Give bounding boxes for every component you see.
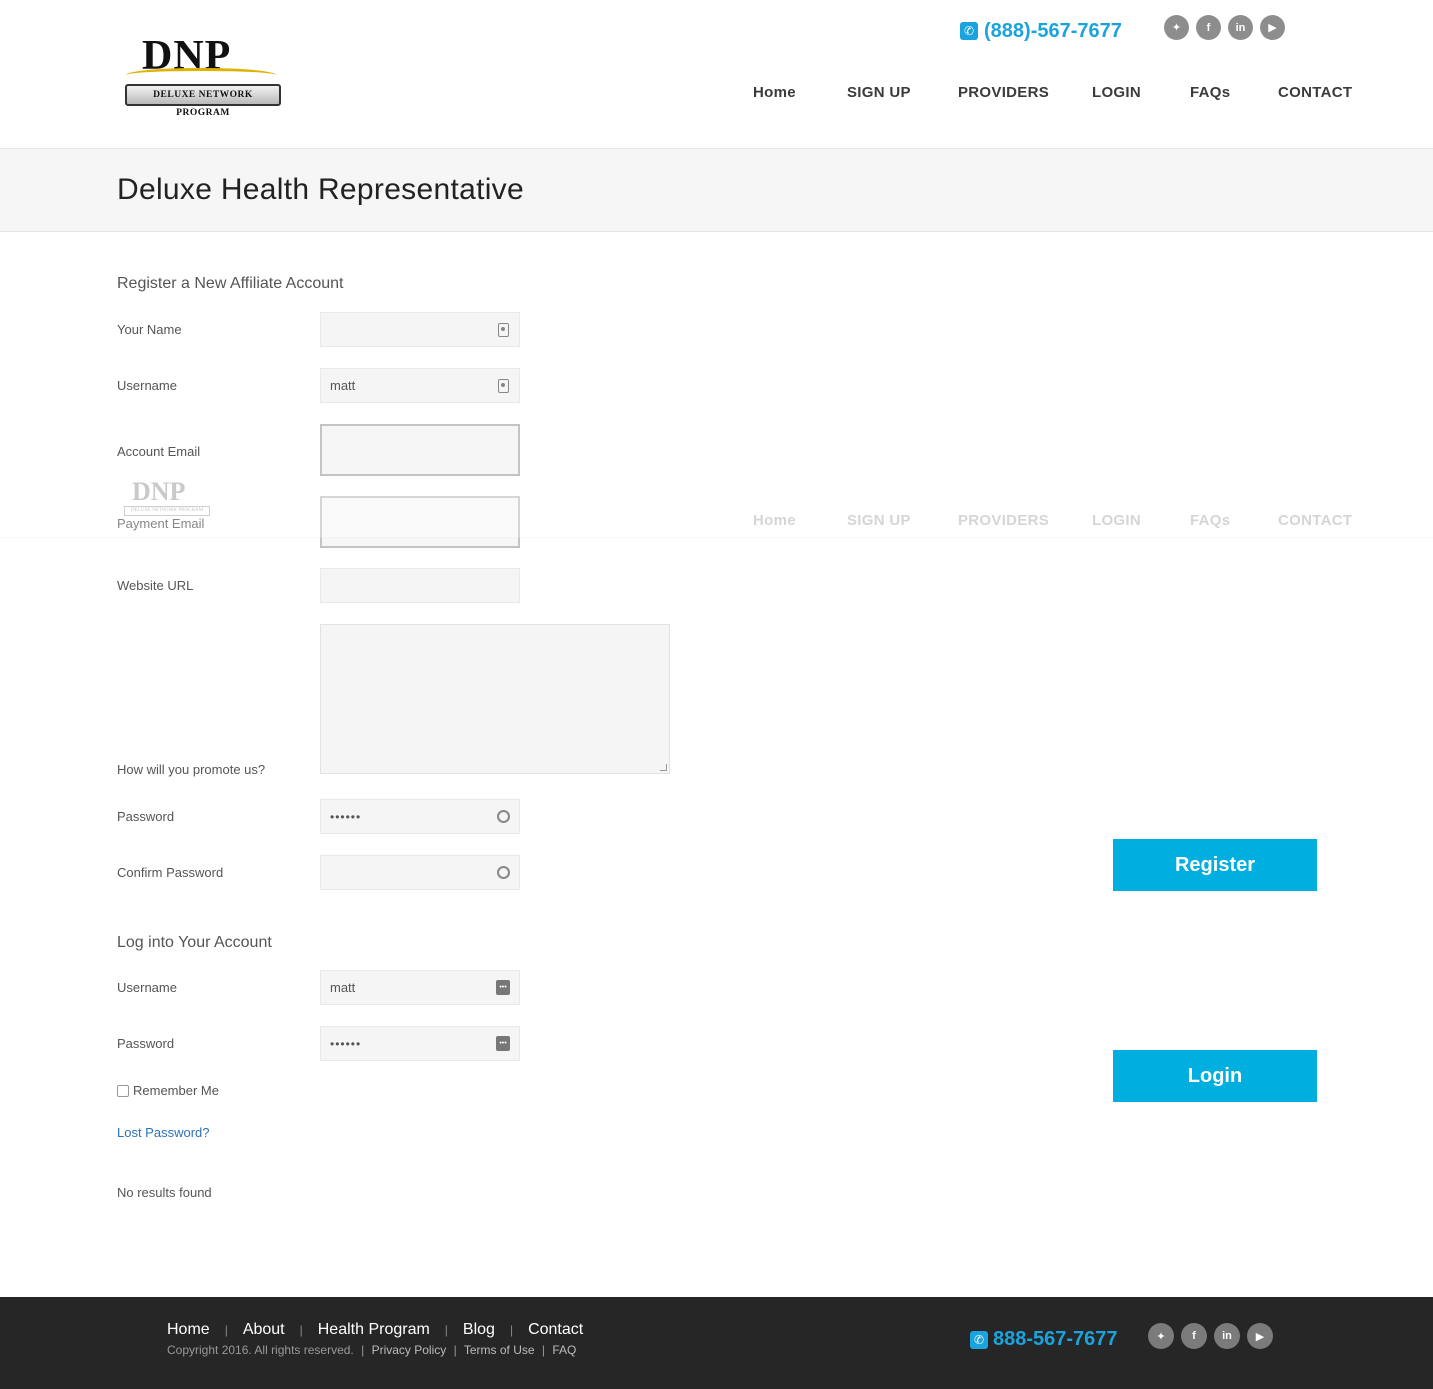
lost-password-link[interactable]: Lost Password? — [117, 1125, 210, 1140]
twitter-icon[interactable]: ✦ — [1148, 1323, 1174, 1349]
ghost-nav-contact: CONTACT — [1278, 512, 1353, 529]
promote-label: How will you promote us? — [117, 762, 266, 777]
register-username-label: Username — [117, 378, 177, 393]
login-username-value: matt — [330, 980, 356, 995]
account-email-label: Account Email — [117, 444, 201, 459]
footer-link-home[interactable]: Home — [167, 1321, 210, 1339]
footer-link-health-program[interactable]: Health Program — [318, 1321, 430, 1339]
remember-me-label: Remember Me — [133, 1083, 219, 1098]
privacy-policy-link[interactable]: Privacy Policy — [372, 1343, 447, 1357]
contact-card-icon — [496, 322, 510, 338]
account-email-input[interactable] — [320, 424, 520, 476]
website-url-input[interactable] — [320, 568, 520, 603]
password-manager-icon: ••• — [496, 1036, 510, 1052]
footer-link-contact[interactable]: Contact — [528, 1321, 583, 1339]
site-header: DNP DELUXE NETWORK PROGRAM ✆ (888)-567-7… — [0, 0, 1433, 148]
key-icon — [496, 809, 510, 825]
main-nav: Home SIGN UP PROVIDERS LOGIN FAQs CONTAC… — [0, 84, 1433, 106]
footer-social-links: ✦ f in ▶ — [1148, 1323, 1273, 1349]
nav-sign-up[interactable]: SIGN UP — [847, 84, 911, 101]
login-heading: Log into Your Account — [117, 934, 272, 951]
footer-separator: | — [224, 1323, 228, 1337]
ghost-logo-subtext: DELUXE NETWORK PROGRAM — [124, 506, 210, 516]
confirm-password-label: Confirm Password — [117, 865, 224, 880]
header-phone-number: (888)-567-7677 — [984, 19, 1122, 42]
footer-phone-number: 888-567-7677 — [993, 1328, 1118, 1350]
no-results-text: No results found — [117, 1185, 212, 1200]
facebook-icon[interactable]: f — [1181, 1323, 1207, 1349]
copyright-text: Copyright 2016. All rights reserved. — [167, 1343, 354, 1357]
logo-swoosh — [126, 68, 276, 82]
contact-card-icon — [496, 378, 510, 394]
ghost-nav: Home SIGN UP PROVIDERS LOGIN FAQs CONTAC… — [0, 512, 1433, 534]
login-password-value: •••••• — [330, 1036, 362, 1051]
nav-providers[interactable]: PROVIDERS — [958, 84, 1049, 101]
confirm-password-input[interactable] — [320, 855, 520, 890]
nav-login[interactable]: LOGIN — [1092, 84, 1141, 101]
payment-email-label: Payment Email — [117, 516, 205, 531]
footer-separator: | — [444, 1323, 448, 1337]
terms-of-use-link[interactable]: Terms of Use — [464, 1343, 535, 1357]
register-password-value: •••••• — [330, 809, 362, 824]
promote-textarea[interactable] — [320, 624, 670, 774]
login-username-label: Username — [117, 980, 177, 995]
twitter-icon[interactable]: ✦ — [1164, 15, 1189, 40]
facebook-icon[interactable]: f — [1196, 15, 1221, 40]
your-name-input[interactable] — [320, 312, 520, 347]
linkedin-icon[interactable]: in — [1214, 1323, 1240, 1349]
key-icon — [496, 865, 510, 881]
register-username-input[interactable]: matt — [320, 368, 520, 403]
nav-contact[interactable]: CONTACT — [1278, 84, 1352, 101]
ghost-logo: DNP DELUXE NETWORK PROGRAM — [122, 478, 212, 518]
login-password-input[interactable]: •••••• ••• — [320, 1026, 520, 1061]
footer-separator: | — [509, 1323, 514, 1337]
footer-nav: Home | About | Health Program | Blog | C… — [167, 1321, 583, 1339]
register-username-value: matt — [330, 378, 356, 393]
register-password-input[interactable]: •••••• — [320, 799, 520, 834]
password-manager-icon: ••• — [496, 980, 510, 996]
youtube-icon[interactable]: ▶ — [1247, 1323, 1273, 1349]
ghost-logo-text: DNP — [132, 477, 186, 506]
ghost-nav-home: Home — [753, 512, 796, 529]
register-password-label: Password — [117, 809, 175, 824]
your-name-label: Your Name — [117, 322, 182, 337]
footer-phone[interactable]: ✆ 888-567-7677 — [970, 1328, 1118, 1351]
ghost-nav-login: LOGIN — [1092, 512, 1141, 529]
remember-me[interactable]: Remember Me — [117, 1083, 219, 1098]
copyright-line: Copyright 2016. All rights reserved. | P… — [167, 1343, 577, 1357]
ghost-nav-sign-up: SIGN UP — [847, 512, 911, 529]
phone-icon: ✆ — [960, 22, 978, 40]
nav-faqs[interactable]: FAQs — [1190, 84, 1230, 101]
register-heading: Register a New Affiliate Account — [117, 275, 344, 292]
login-button[interactable]: Login — [1113, 1050, 1317, 1102]
website-url-label: Website URL — [117, 578, 194, 593]
faq-link[interactable]: FAQ — [552, 1343, 576, 1357]
linkedin-icon[interactable]: in — [1228, 15, 1253, 40]
header-phone[interactable]: ✆ (888)-567-7677 — [960, 18, 1122, 44]
page-title-band: Deluxe Health Representative — [0, 148, 1433, 232]
sticky-header-ghost: DNP DELUXE NETWORK PROGRAM Home SIGN UP … — [0, 478, 1433, 538]
ghost-nav-providers: PROVIDERS — [958, 512, 1050, 529]
login-username-input[interactable]: matt ••• — [320, 970, 520, 1005]
nav-home[interactable]: Home — [753, 84, 796, 101]
youtube-icon[interactable]: ▶ — [1260, 15, 1285, 40]
ghost-nav-faqs: FAQs — [1190, 512, 1231, 529]
phone-icon: ✆ — [970, 1330, 988, 1349]
login-password-label: Password — [117, 1036, 175, 1051]
payment-email-input[interactable] — [320, 496, 520, 548]
footer-link-about[interactable]: About — [243, 1321, 285, 1339]
footer-link-blog[interactable]: Blog — [463, 1321, 495, 1339]
register-button[interactable]: Register — [1113, 839, 1317, 891]
footer-separator: | — [299, 1323, 303, 1337]
page-title: Deluxe Health Representative — [117, 173, 524, 206]
remember-me-checkbox[interactable] — [117, 1084, 129, 1097]
header-social-links: ✦ f in ▶ — [1164, 15, 1285, 40]
